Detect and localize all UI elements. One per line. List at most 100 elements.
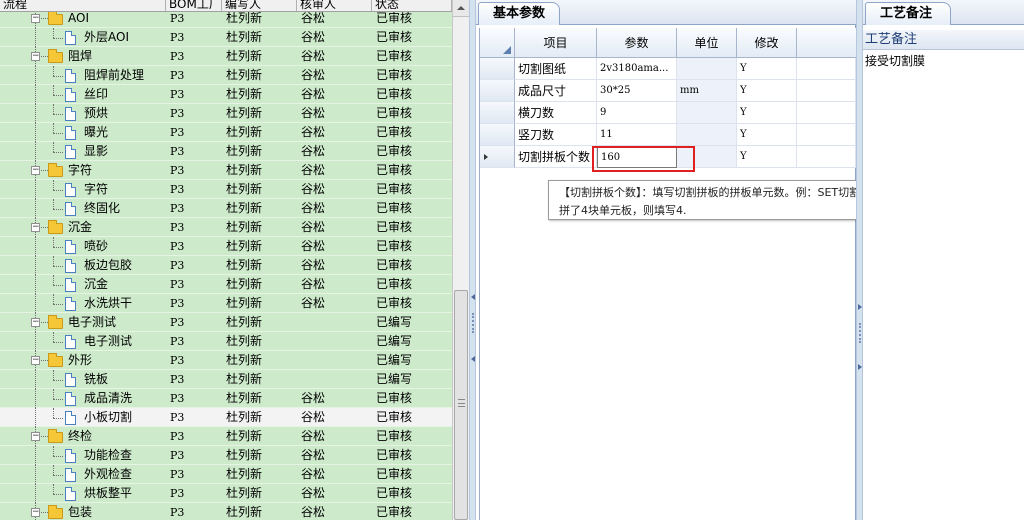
grid-corner[interactable] (480, 28, 515, 58)
param-row[interactable]: 切割图纸 2v3180ama... Y (480, 58, 856, 80)
row-header[interactable] (480, 58, 515, 80)
tree-item-row[interactable]: 阻焊前处理 P3 杜列新 谷松 已审核 (0, 66, 452, 85)
collapse-icon[interactable]: − (31, 52, 40, 61)
writer-cell: 杜列新 (226, 12, 263, 25)
tree-node-label[interactable]: 烘板整平 (84, 484, 132, 503)
collapse-icon[interactable]: − (31, 14, 40, 23)
notes-content[interactable]: 接受切割膜 (865, 52, 925, 69)
collapse-icon[interactable]: − (31, 318, 40, 327)
col-header-process[interactable]: 流程 (0, 0, 166, 11)
tree-scrollbar[interactable] (452, 0, 469, 520)
param-value-cell[interactable]: 30*25 (597, 80, 677, 102)
scroll-up-button[interactable] (453, 0, 469, 17)
tree-node-label[interactable]: 外形 (68, 351, 92, 370)
document-icon (65, 240, 76, 254)
tab-process-notes[interactable]: 工艺备注 (865, 2, 952, 25)
scrollbar-thumb[interactable] (454, 290, 468, 520)
tree-folder-row[interactable]: − 电子测试 P3 杜列新 已编写 (0, 313, 452, 332)
reviewer-cell: 谷松 (301, 486, 326, 500)
tree-node-label[interactable]: 包装 (68, 503, 92, 520)
tree-item-row[interactable]: 沉金 P3 杜列新 谷松 已审核 (0, 275, 452, 294)
tree-node-label[interactable]: 预烘 (84, 104, 108, 123)
col-header-reviewer[interactable]: 核审人 (297, 0, 372, 11)
tree-node-label[interactable]: 沉金 (84, 275, 108, 294)
tree-item-row[interactable]: 丝印 P3 杜列新 谷松 已审核 (0, 85, 452, 104)
collapse-icon[interactable]: − (31, 356, 40, 365)
tree-item-row[interactable]: 字符 P3 杜列新 谷松 已审核 (0, 180, 452, 199)
col-header-writer[interactable]: 编写人 (222, 0, 297, 11)
tree-item-row[interactable]: 终固化 P3 杜列新 谷松 已审核 (0, 199, 452, 218)
tab-basic-params[interactable]: 基本参数 (478, 2, 561, 25)
tree-node-label[interactable]: 喷砂 (84, 237, 108, 256)
tree-node-label[interactable]: 字符 (68, 161, 92, 180)
right-splitter[interactable] (856, 0, 863, 520)
tree-node-label[interactable]: 电子测试 (68, 313, 116, 332)
tree-node-label[interactable]: AOI (68, 12, 89, 28)
tree-node-label[interactable]: 沉金 (68, 218, 92, 237)
row-header[interactable] (480, 146, 515, 168)
col-header-unit[interactable]: 单位 (677, 28, 737, 58)
param-value-cell[interactable]: 2v3180ama... (597, 58, 677, 80)
writer-cell: 杜列新 (226, 258, 263, 272)
tree-guide-line (53, 275, 54, 285)
tree-item-row[interactable]: 显影 P3 杜列新 谷松 已审核 (0, 142, 452, 161)
param-row[interactable]: 成品尺寸 30*25 mm Y (480, 80, 856, 102)
tree-item-row[interactable]: 外层AOI P3 杜列新 谷松 已审核 (0, 28, 452, 47)
param-value-cell[interactable]: 11 (597, 124, 677, 146)
col-header-bom[interactable]: BOM工厂 (166, 0, 222, 11)
tree-node-label[interactable]: 终检 (68, 427, 92, 446)
tree-item-row[interactable]: 烘板整平 P3 杜列新 谷松 已审核 (0, 484, 452, 503)
tree-node-label[interactable]: 字符 (84, 180, 108, 199)
tree-node-label[interactable]: 水洗烘干 (84, 294, 132, 313)
tree-item-row[interactable]: 板边包胶 P3 杜列新 谷松 已审核 (0, 256, 452, 275)
row-header[interactable] (480, 124, 515, 146)
tree-item-row[interactable]: 电子测试 P3 杜列新 已编写 (0, 332, 452, 351)
tree-item-row[interactable]: 功能检查 P3 杜列新 谷松 已审核 (0, 446, 452, 465)
status-cell: 已审核 (376, 505, 413, 519)
col-header-status[interactable]: 状态 (372, 0, 452, 11)
param-modify-cell: Y (737, 124, 797, 146)
col-header-item[interactable]: 项目 (515, 28, 597, 58)
tree-folder-row[interactable]: − 终检 P3 杜列新 谷松 已审核 (0, 427, 452, 446)
param-row[interactable]: 竖刀数 11 Y (480, 124, 856, 146)
left-splitter[interactable] (469, 0, 476, 520)
tree-item-row[interactable]: 水洗烘干 P3 杜列新 谷松 已审核 (0, 294, 452, 313)
tree-node-label[interactable]: 显影 (84, 142, 108, 161)
row-header[interactable] (480, 102, 515, 124)
col-header-value[interactable]: 参数 (597, 28, 677, 58)
param-value-cell[interactable]: 9 (597, 102, 677, 124)
tree-node-label[interactable]: 曝光 (84, 123, 108, 142)
tree-item-row[interactable]: 曝光 P3 杜列新 谷松 已审核 (0, 123, 452, 142)
tree-node-label[interactable]: 铣板 (84, 370, 108, 389)
param-row[interactable]: 横刀数 9 Y (480, 102, 856, 124)
tree-node-label[interactable]: 丝印 (84, 85, 108, 104)
tree-node-label[interactable]: 阻焊前处理 (84, 66, 144, 85)
collapse-icon[interactable]: − (31, 166, 40, 175)
tree-node-label[interactable]: 小板切割 (84, 408, 132, 427)
tree-item-row[interactable]: 小板切割 P3 杜列新 谷松 已审核 (0, 408, 452, 427)
tree-node-label[interactable]: 成品清洗 (84, 389, 132, 408)
tree-folder-row[interactable]: − 字符 P3 杜列新 谷松 已审核 (0, 161, 452, 180)
tree-folder-row[interactable]: − 阻焊 P3 杜列新 谷松 已审核 (0, 47, 452, 66)
tree-item-row[interactable]: 喷砂 P3 杜列新 谷松 已审核 (0, 237, 452, 256)
tree-item-row[interactable]: 铣板 P3 杜列新 已编写 (0, 370, 452, 389)
tree-item-row[interactable]: 预烘 P3 杜列新 谷松 已审核 (0, 104, 452, 123)
row-header[interactable] (480, 80, 515, 102)
tree-folder-row[interactable]: − 包装 P3 杜列新 谷松 已审核 (0, 503, 452, 520)
collapse-icon[interactable]: − (31, 223, 40, 232)
tree-item-row[interactable]: 外观检查 P3 杜列新 谷松 已审核 (0, 465, 452, 484)
tree-node-label[interactable]: 阻焊 (68, 47, 92, 66)
tree-node-label[interactable]: 板边包胶 (84, 256, 132, 275)
tree-node-label[interactable]: 终固化 (84, 199, 120, 218)
tree-folder-row[interactable]: − AOI P3 杜列新 谷松 已审核 (0, 12, 452, 28)
tree-folder-row[interactable]: − 沉金 P3 杜列新 谷松 已审核 (0, 218, 452, 237)
tree-node-label[interactable]: 电子测试 (84, 332, 132, 351)
col-header-modify[interactable]: 修改 (737, 28, 797, 58)
tree-node-label[interactable]: 外观检查 (84, 465, 132, 484)
collapse-icon[interactable]: − (31, 432, 40, 441)
tree-node-label[interactable]: 功能检查 (84, 446, 132, 465)
tree-node-label[interactable]: 外层AOI (84, 28, 129, 47)
tree-item-row[interactable]: 成品清洗 P3 杜列新 谷松 已审核 (0, 389, 452, 408)
tree-folder-row[interactable]: − 外形 P3 杜列新 已编写 (0, 351, 452, 370)
collapse-icon[interactable]: − (31, 508, 40, 517)
